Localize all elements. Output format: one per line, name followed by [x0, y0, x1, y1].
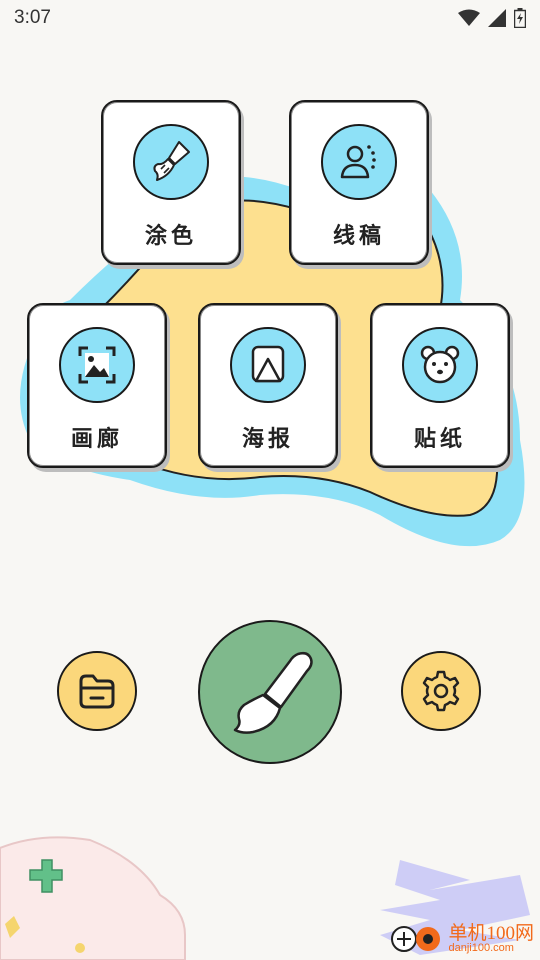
settings-button[interactable] [401, 651, 481, 731]
cellular-signal-icon [488, 9, 506, 27]
status-bar: 3:07 [0, 0, 540, 36]
battery-icon [514, 8, 526, 28]
sticker-icon-circle [402, 327, 478, 403]
watermark-url: danji100.com [448, 942, 514, 954]
poster-card[interactable]: 海报 [198, 303, 338, 468]
status-icons [458, 8, 526, 28]
coloring-card[interactable]: 涂色 [101, 100, 241, 265]
sticker-label: 贴纸 [413, 427, 466, 452]
line-art-icon-circle [321, 124, 397, 200]
poster-icon-circle [230, 327, 306, 403]
folder-button[interactable] [57, 651, 137, 731]
poster-label: 海报 [241, 427, 294, 452]
watermark-name: 单机100网 [448, 923, 534, 944]
gallery-label: 画廊 [70, 427, 123, 452]
gallery-image-icon [78, 346, 116, 384]
bear-sticker-icon [420, 345, 460, 384]
brush-icon [233, 651, 313, 734]
paint-brush-icon [153, 141, 190, 181]
line-art-person-icon [340, 145, 376, 179]
status-time: 3:07 [14, 7, 51, 28]
folder-icon [79, 674, 115, 709]
watermark: 单机100网 danji100.com [390, 922, 534, 956]
line-art-card[interactable]: 线稿 [289, 100, 429, 265]
coloring-label: 涂色 [144, 224, 197, 249]
wifi-icon [458, 9, 480, 26]
gear-icon [422, 670, 460, 712]
line-art-label: 线稿 [332, 224, 385, 249]
gallery-icon-circle [59, 327, 135, 403]
watermark-logo-icon [391, 926, 441, 952]
watermark-text: 单机100网 danji100.com [448, 924, 534, 954]
coloring-icon-circle [133, 124, 209, 200]
poster-icon [251, 345, 285, 383]
sticker-card[interactable]: 贴纸 [370, 303, 510, 468]
gallery-card[interactable]: 画廊 [27, 303, 167, 468]
brush-main-button[interactable] [198, 620, 342, 764]
